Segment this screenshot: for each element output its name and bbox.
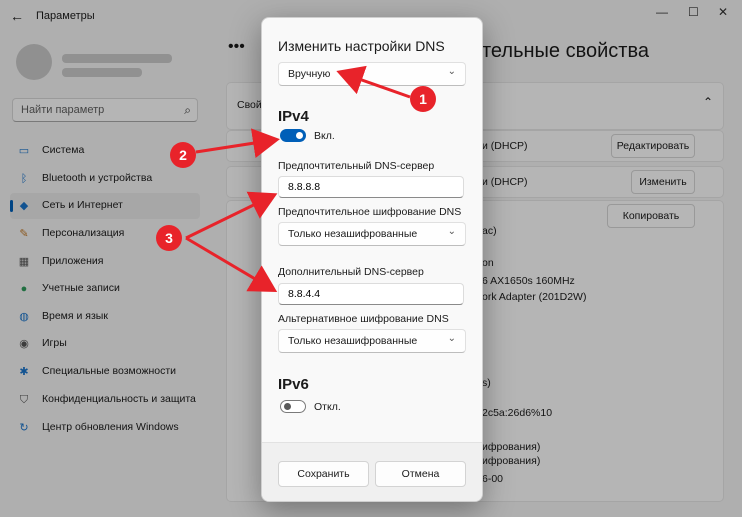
arrow-to-alternate-dns bbox=[185, 236, 278, 293]
annotation-badge-2: 2 bbox=[170, 142, 196, 168]
arrow-to-mode-select bbox=[336, 65, 411, 99]
arrow-to-ipv4-toggle bbox=[195, 128, 280, 159]
annotation-badge-3: 3 bbox=[156, 225, 182, 251]
annotation-badge-1: 1 bbox=[410, 86, 436, 112]
arrow-to-preferred-dns bbox=[185, 191, 278, 240]
annotation-arrows bbox=[185, 65, 411, 293]
